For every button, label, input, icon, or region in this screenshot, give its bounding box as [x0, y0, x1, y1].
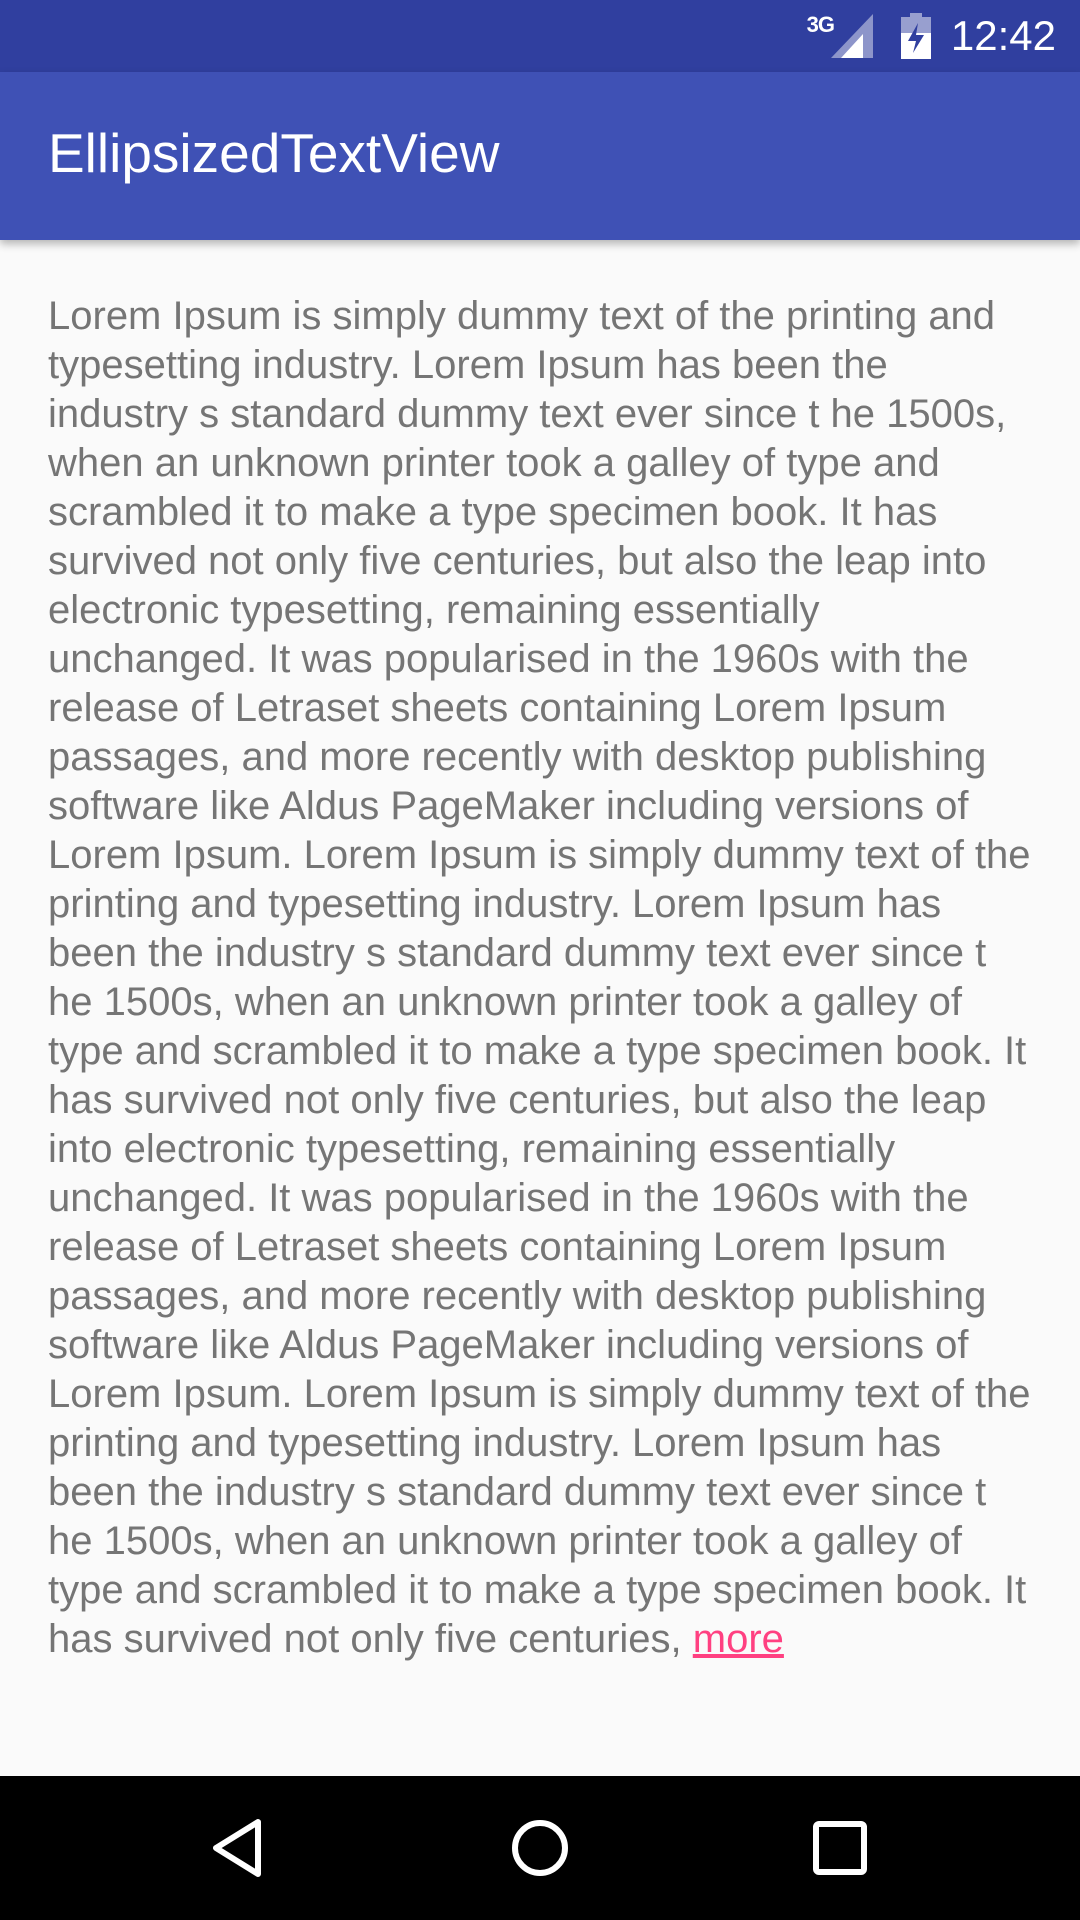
clock: 12:42	[950, 12, 1056, 59]
body-text: Lorem Ipsum is simply dummy text of the …	[48, 294, 1031, 1661]
ellipsized-text-view: Lorem Ipsum is simply dummy text of the …	[48, 292, 1038, 1664]
navigation-bar	[0, 1776, 1080, 1920]
home-icon[interactable]	[500, 1808, 580, 1888]
signal-icon	[830, 14, 873, 58]
status-icons: 12:42	[830, 0, 1056, 72]
status-bar: 3G 12:42	[0, 0, 1080, 72]
network-type-label: 3G	[806, 12, 835, 37]
more-link[interactable]: more	[693, 1617, 784, 1661]
app-title: EllipsizedTextView	[48, 122, 500, 184]
battery-icon	[900, 13, 931, 59]
app-bar: EllipsizedTextView	[0, 72, 1080, 240]
screen: 3G 12:42 EllipsizedTextView Lorem Ipsum …	[0, 0, 1080, 1920]
recents-icon[interactable]	[800, 1808, 880, 1888]
back-icon[interactable]	[200, 1808, 280, 1888]
